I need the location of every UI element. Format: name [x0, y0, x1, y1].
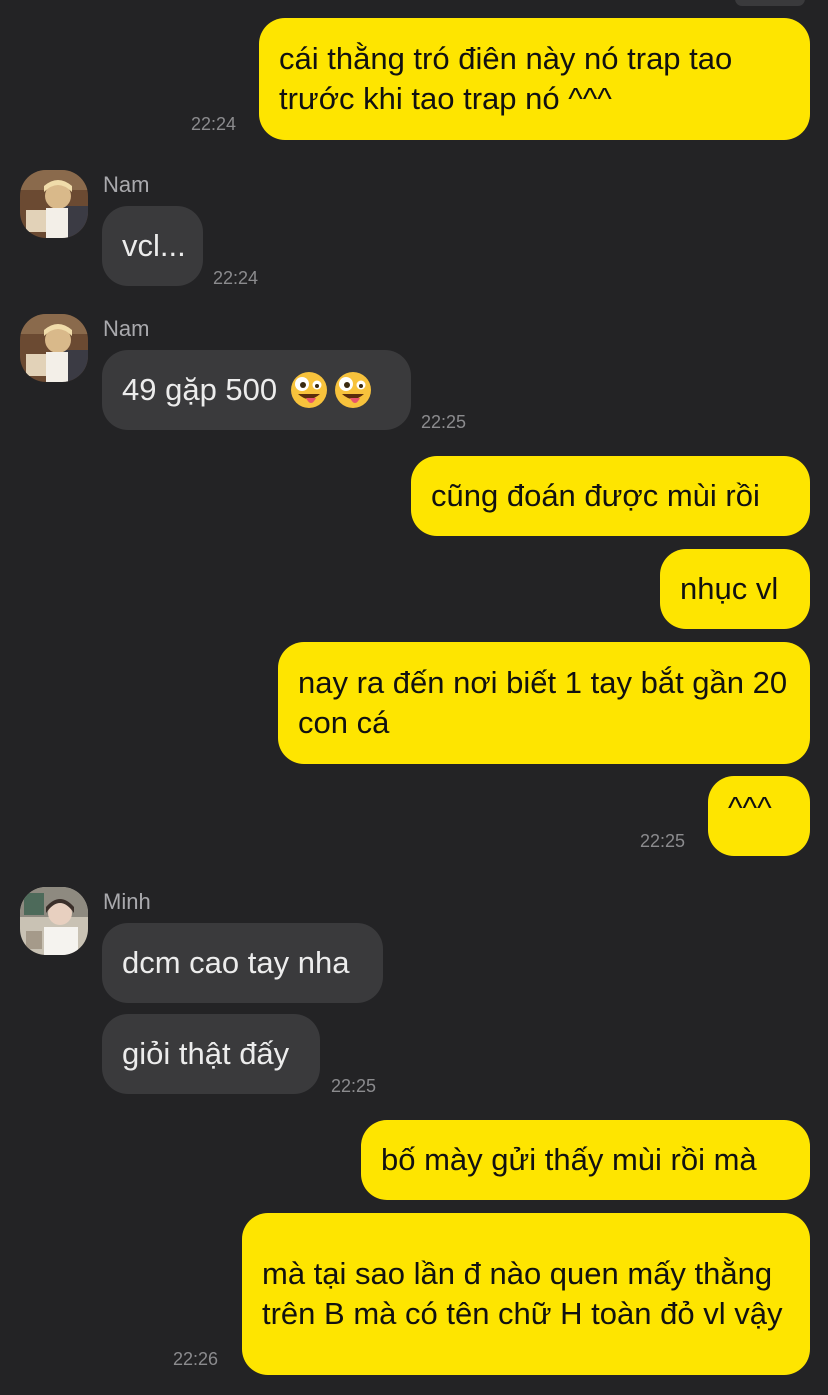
- message-timestamp: 22:25: [331, 1076, 377, 1096]
- outgoing-message-bubble[interactable]: cũng đoán được mùi rồi: [411, 456, 810, 536]
- message-timestamp: 22:25: [421, 412, 467, 432]
- message-text: giỏi thật đấy: [122, 1036, 290, 1071]
- sender-name: Nam: [103, 316, 150, 341]
- incoming-message-bubble[interactable]: dcm cao tay nha: [102, 923, 383, 1003]
- previous-message-edge: [735, 0, 805, 6]
- avatar-photo-icon: [20, 887, 88, 955]
- outgoing-message-bubble[interactable]: cái thằng tró điên này nó trap tao trước…: [259, 18, 810, 140]
- incoming-message-bubble[interactable]: vcl...: [102, 206, 203, 286]
- message-text: 49 gặp 500: [122, 372, 278, 407]
- message-timestamp: 22:24: [213, 268, 259, 288]
- message-text: cũng đoán được mùi rồi: [431, 478, 760, 513]
- outgoing-message-bubble[interactable]: nay ra đến nơi biết 1 tay bắt gần 20 con…: [278, 642, 810, 764]
- message-text: ^^^: [728, 790, 772, 825]
- outgoing-message-bubble[interactable]: bố mày gửi thấy mùi rồi mà: [361, 1120, 810, 1200]
- message-text: nay ra đến nơi biết 1 tay bắt gần 20 con…: [298, 665, 788, 740]
- outgoing-message-bubble[interactable]: nhục vl: [660, 549, 810, 629]
- sender-name: Nam: [103, 172, 150, 197]
- incoming-message-bubble[interactable]: giỏi thật đấy: [102, 1014, 320, 1094]
- zany-face-emoji-icon: [333, 370, 373, 410]
- message-timestamp: 22:26: [173, 1349, 219, 1369]
- message-text: mà tại sao lần đ nào quen mấy thằng trên…: [262, 1256, 783, 1331]
- message-text: bố mày gửi thấy mùi rồi mà: [381, 1142, 757, 1177]
- message-timestamp: 22:24: [191, 114, 237, 134]
- incoming-message-bubble[interactable]: 49 gặp 500: [102, 350, 411, 430]
- message-text: nhục vl: [680, 571, 779, 606]
- avatar-nam[interactable]: [20, 314, 88, 382]
- avatar-minh[interactable]: [20, 887, 88, 955]
- message-timestamp: 22:25: [640, 831, 686, 851]
- outgoing-message-bubble[interactable]: ^^^: [708, 776, 810, 856]
- message-text: dcm cao tay nha: [122, 945, 350, 980]
- avatar-photo-icon: [20, 314, 88, 382]
- outgoing-message-bubble[interactable]: mà tại sao lần đ nào quen mấy thằng trên…: [242, 1213, 810, 1375]
- zany-face-emoji-icon: [289, 370, 329, 410]
- avatar-nam[interactable]: [20, 170, 88, 238]
- sender-name: Minh: [103, 889, 151, 914]
- message-text: vcl...: [122, 228, 186, 263]
- avatar-photo-icon: [20, 170, 88, 238]
- message-text: cái thằng tró điên này nó trap tao trước…: [279, 41, 733, 116]
